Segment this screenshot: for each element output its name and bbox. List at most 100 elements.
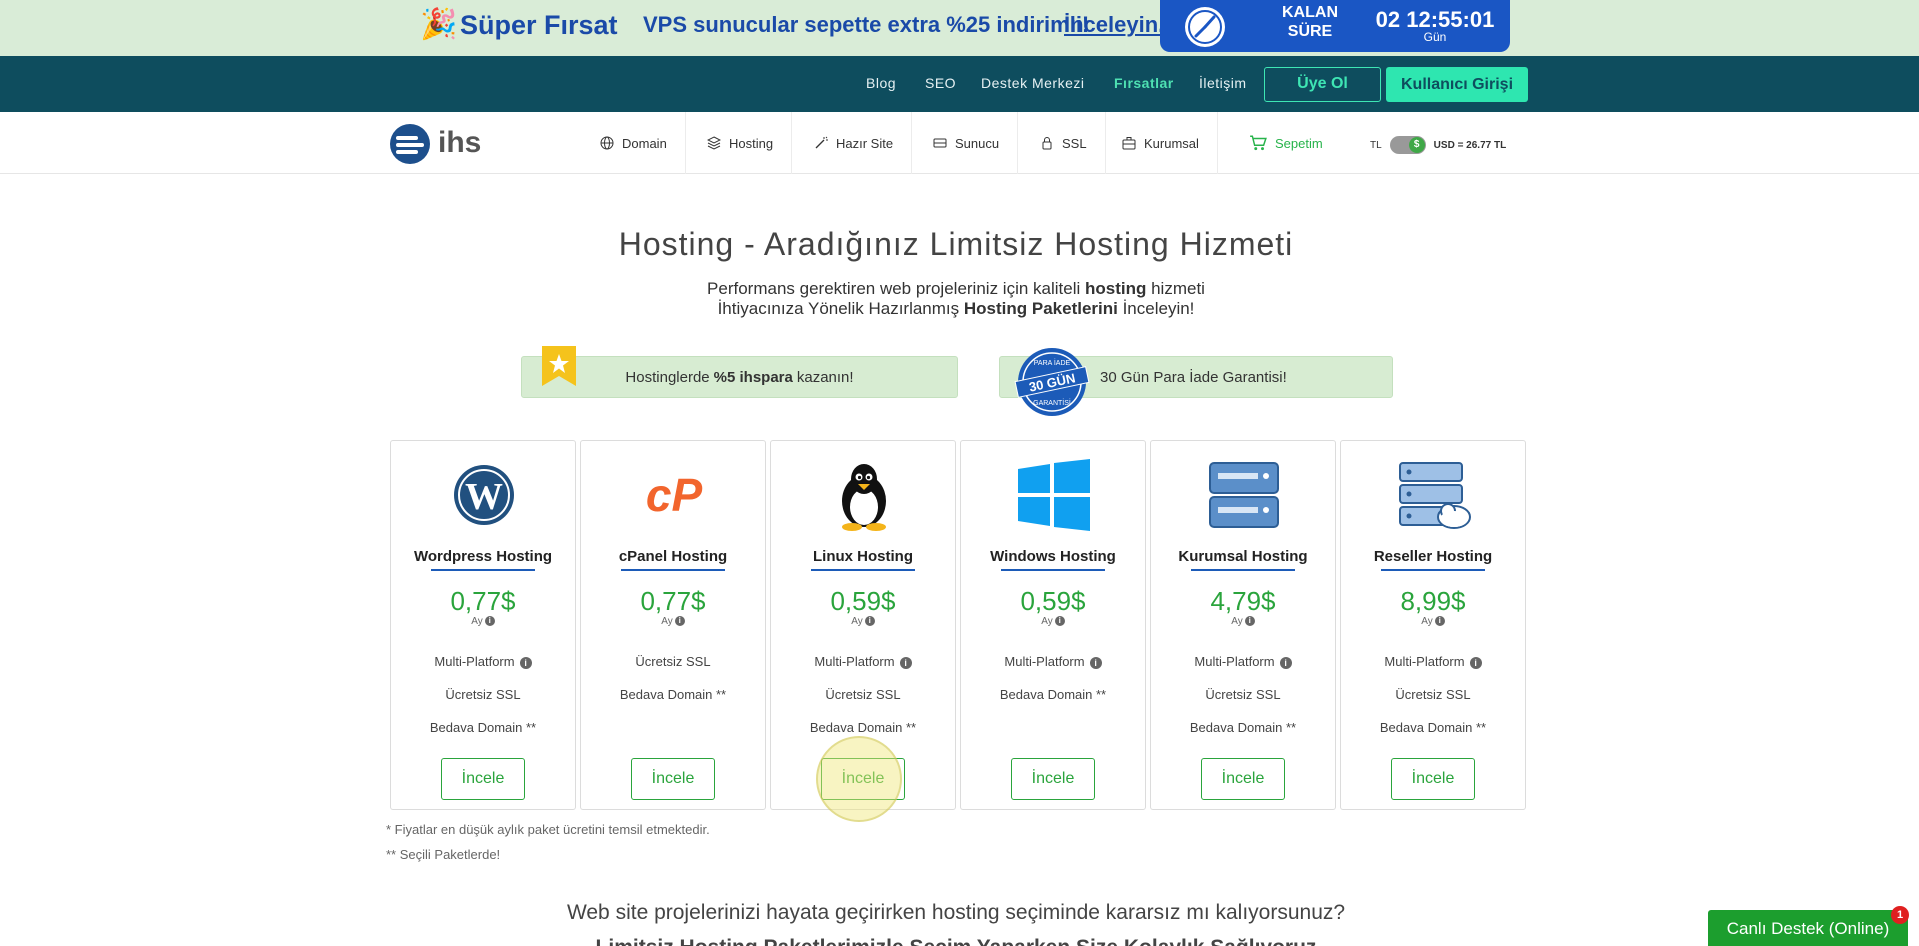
- menu-hosting[interactable]: Hosting: [689, 112, 793, 174]
- incele-button[interactable]: İncele: [821, 758, 905, 800]
- card-period: Ay i: [1151, 616, 1335, 627]
- page-title: Hosting - Aradığınız Limitsiz Hosting Hi…: [618, 226, 1294, 262]
- card-price: 0,59$: [830, 586, 896, 616]
- card-feature: Multi-Platform i: [961, 654, 1145, 669]
- info-icon[interactable]: i: [864, 616, 875, 627]
- card-period: Ay i: [391, 616, 575, 627]
- cpanel-icon: cP: [634, 459, 714, 531]
- card-period: Ay i: [581, 616, 765, 627]
- card-period: Ay i: [1341, 616, 1525, 627]
- info-icon[interactable]: i: [1469, 656, 1482, 669]
- info-icon[interactable]: i: [1434, 616, 1445, 627]
- site-logo[interactable]: ihs: [390, 122, 490, 166]
- card-feature: Multi-Platform i: [1341, 654, 1525, 669]
- info-icon[interactable]: i: [519, 656, 532, 669]
- card-title-underline: [1001, 569, 1105, 571]
- hosting-card: cP cPanel Hosting 0,77$ Ay i Ücretsiz SSL Beda…: [580, 440, 766, 810]
- topnav-contact[interactable]: İletişim: [1199, 75, 1247, 91]
- wand-icon: [815, 136, 828, 149]
- topnav-blog[interactable]: Blog: [866, 75, 896, 91]
- reseller-cloud-icon: [1394, 459, 1474, 531]
- dollar-icon: $: [1408, 137, 1425, 153]
- info-icon[interactable]: i: [899, 656, 912, 669]
- svg-text:GARANTİSİ: GARANTİSİ: [1033, 398, 1071, 407]
- party-popper-icon: 🎉: [420, 8, 458, 41]
- incele-button[interactable]: İncele: [1201, 758, 1285, 800]
- cart-icon: [1250, 135, 1267, 151]
- timer-label: KALAN SÜRE: [1282, 4, 1338, 40]
- server-rack-icon: [1204, 459, 1284, 531]
- card-feature: Ücretsiz SSL: [1395, 687, 1471, 702]
- linux-tux-icon: [824, 459, 904, 531]
- card-title: Linux Hosting: [813, 548, 913, 565]
- currency-toggle[interactable]: $: [1389, 136, 1426, 154]
- section-subtitle: Limitsiz Hosting Paketlerimizle Seçim Ya…: [0, 936, 1912, 946]
- card-feature: Ücretsiz SSL: [825, 687, 901, 702]
- card-period: Ay i: [961, 616, 1145, 627]
- topnav-support[interactable]: Destek Merkezi: [981, 75, 1084, 91]
- info-icon[interactable]: i: [1054, 616, 1065, 627]
- menu-ssl[interactable]: SSL: [1022, 112, 1106, 174]
- briefcase-icon: [1122, 137, 1136, 150]
- login-button[interactable]: Kullanıcı Girişi: [1386, 67, 1528, 102]
- svg-text:W: W: [465, 476, 503, 518]
- hosting-card: W Wordpress Hosting 0,77$ Ay i Multi-Platform…: [390, 440, 576, 810]
- card-title: Reseller Hosting: [1373, 548, 1493, 565]
- card-feature: Multi-Platform i: [391, 654, 575, 669]
- card-feature: Ücretsiz SSL: [445, 687, 521, 702]
- menu-domain[interactable]: Domain: [582, 112, 686, 174]
- main-nav: ihs Domain Hosting Hazır Site Sunucu SSL…: [0, 112, 1919, 174]
- card-title: Wordpress Hosting: [413, 548, 553, 565]
- card-title-underline: [1381, 569, 1485, 571]
- hosting-card: Reseller Hosting 8,99$ Ay i Multi-Platform i Ü…: [1340, 440, 1526, 810]
- card-title-underline: [1191, 569, 1295, 571]
- promo-text: VPS sunucular sepette extra %25 indiriml…: [643, 12, 1090, 37]
- info-icon[interactable]: i: [484, 616, 495, 627]
- live-chat-button[interactable]: Canlı Destek (Online): [1708, 910, 1908, 946]
- card-price: 4,79$: [1210, 586, 1276, 616]
- promo-link[interactable]: İnceleyin.: [1064, 10, 1164, 40]
- chat-notification-badge: 1: [1891, 906, 1909, 924]
- card-feature: Bedava Domain **: [1379, 720, 1487, 735]
- wordpress-icon: W: [444, 459, 524, 531]
- card-feature: Ücretsiz SSL: [635, 654, 711, 669]
- server-icon: [933, 138, 947, 148]
- layers-icon: [707, 136, 721, 150]
- card-feature: Bedava Domain **: [999, 687, 1107, 702]
- logo-mark-icon: [390, 124, 430, 164]
- card-price: 0,59$: [1020, 586, 1086, 616]
- card-feature: Bedava Domain **: [619, 687, 727, 702]
- svg-text:PARA İADE: PARA İADE: [1034, 358, 1071, 367]
- incele-button[interactable]: İncele: [441, 758, 525, 800]
- incele-button[interactable]: İncele: [1391, 758, 1475, 800]
- card-feature: Bedava Domain **: [1189, 720, 1297, 735]
- card-title: Windows Hosting: [990, 548, 1116, 565]
- section-title: Web site projelerinizi hayata geçirirken…: [566, 901, 1346, 924]
- menu-sunucu[interactable]: Sunucu: [915, 112, 1019, 174]
- hosting-card: Kurumsal Hosting 4,79$ Ay i Multi-Platform i Ü…: [1150, 440, 1336, 810]
- card-title-underline: [621, 569, 725, 571]
- logo-text: ihs: [438, 126, 482, 159]
- card-price: 0,77$: [640, 586, 706, 616]
- card-feature: Bedava Domain **: [429, 720, 537, 735]
- info-icon[interactable]: i: [1244, 616, 1255, 627]
- info-icon[interactable]: i: [1279, 656, 1292, 669]
- register-button[interactable]: Üye Ol: [1264, 67, 1381, 102]
- top-nav: Blog SEO Destek Merkezi Fırsatlar İletiş…: [0, 56, 1919, 112]
- ihspara-banner: Hostinglerde %5 ihspara kazanın!: [521, 356, 958, 398]
- card-price: 8,99$: [1400, 586, 1466, 616]
- incele-button[interactable]: İncele: [1011, 758, 1095, 800]
- menu-cart[interactable]: Sepetim: [1231, 112, 1341, 174]
- money-back-seal-icon: PARA İADE 30 GÜN GARANTİSİ: [1014, 348, 1090, 416]
- svg-text:cP: cP: [646, 469, 703, 521]
- card-feature: Bedava Domain **: [809, 720, 917, 735]
- menu-hazir-site[interactable]: Hazır Site: [796, 112, 913, 174]
- info-icon[interactable]: i: [674, 616, 685, 627]
- menu-kurumsal[interactable]: Kurumsal: [1104, 112, 1218, 174]
- card-title: cPanel Hosting: [618, 548, 728, 565]
- topnav-deals[interactable]: Fırsatlar: [1114, 75, 1174, 91]
- incele-button[interactable]: İncele: [631, 758, 715, 800]
- topnav-seo[interactable]: SEO: [925, 75, 956, 91]
- globe-icon: [600, 136, 614, 150]
- info-icon[interactable]: i: [1089, 656, 1102, 669]
